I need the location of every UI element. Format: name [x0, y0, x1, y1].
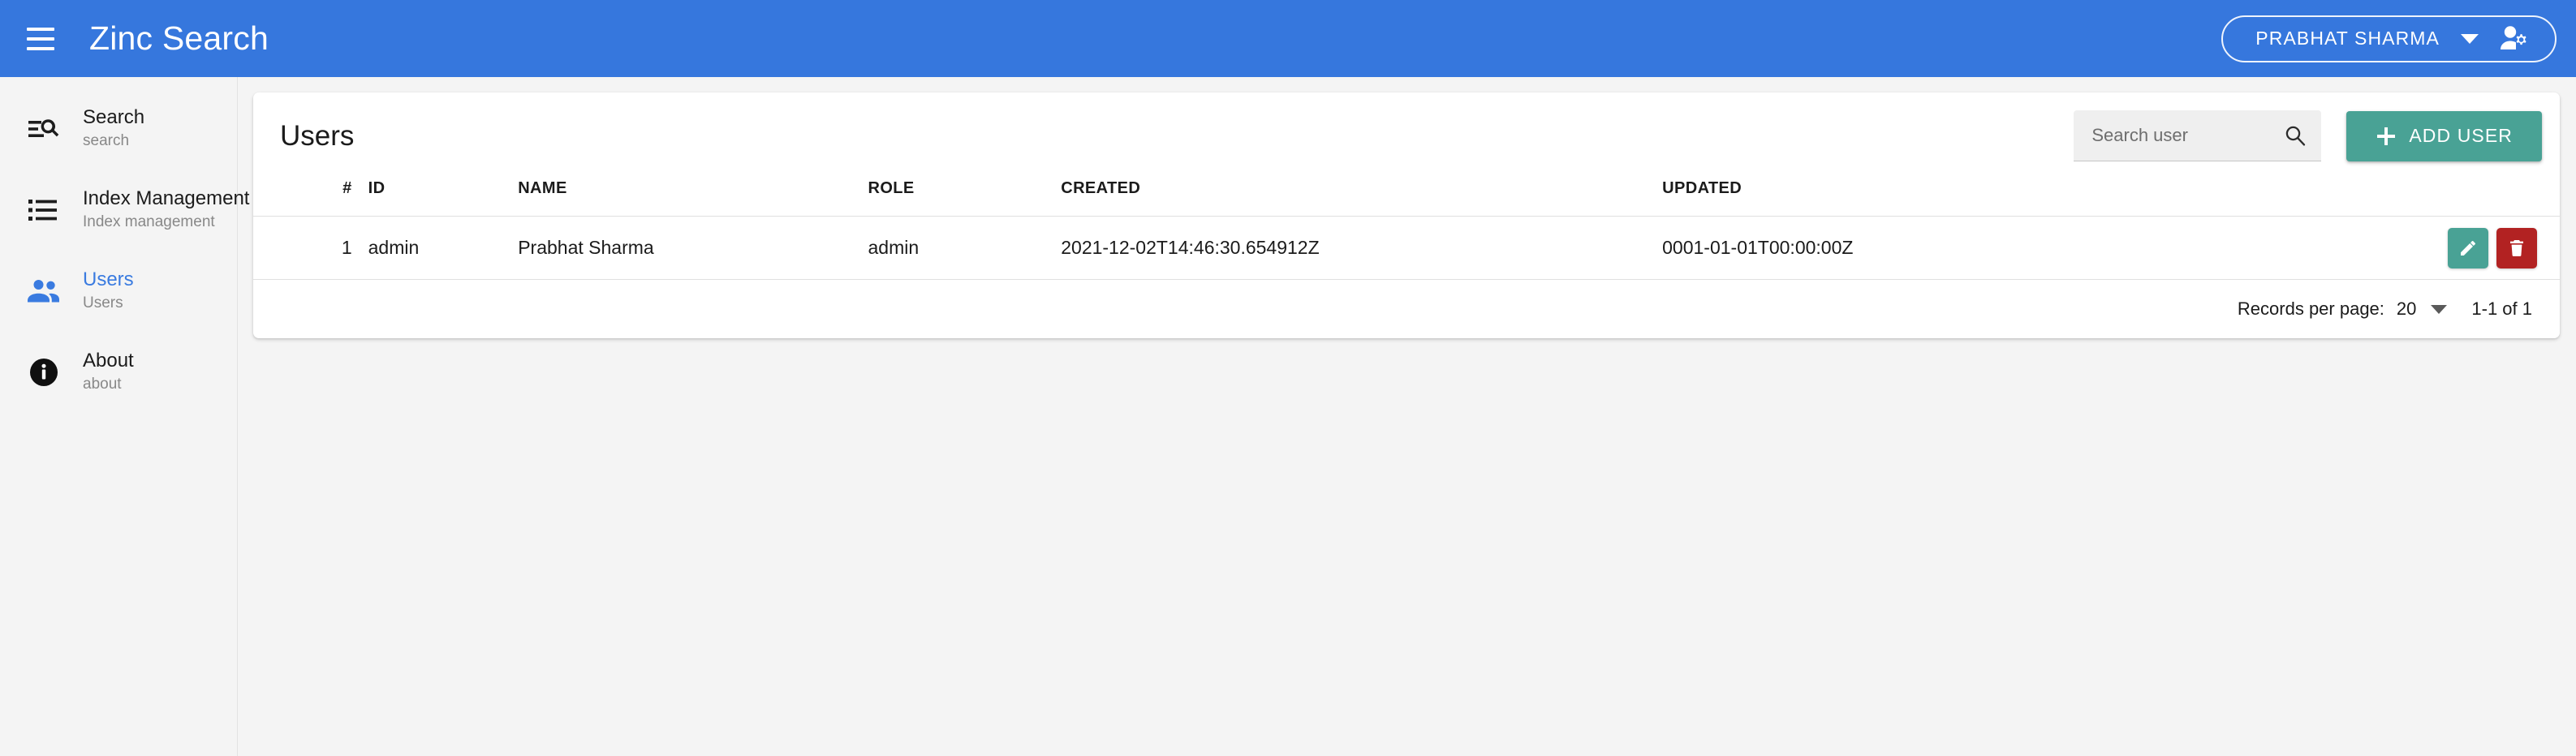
column-header-role: ROLE	[868, 179, 1062, 217]
user-menu-name: PRABHAT SHARMA	[2255, 28, 2440, 49]
cell-id: admin	[351, 216, 519, 280]
table-pagination-footer: Records per page: 20 1-1 of 1	[253, 280, 2560, 338]
sidebar-item-index-management[interactable]: Index Management Index management	[0, 170, 249, 251]
records-per-page-label: Records per page:	[2237, 299, 2384, 319]
cell-num: 1	[253, 216, 352, 280]
row-action-group	[2448, 227, 2537, 268]
info-circle-icon	[5, 357, 83, 388]
column-header-created: CREATED	[1061, 179, 1663, 217]
records-per-page-value[interactable]: 20	[2397, 299, 2416, 320]
column-header-id: ID	[351, 179, 519, 217]
table-row: 1 admin Prabhat Sharma admin 2021-12-02T…	[253, 216, 2560, 280]
sidebar-item-about[interactable]: About about	[0, 332, 237, 413]
column-header-updated: UPDATED	[1662, 179, 2363, 217]
sidebar-item-users[interactable]: Users Users	[0, 251, 237, 332]
search-icon[interactable]	[2284, 124, 2307, 147]
add-user-button-label: ADD USER	[2409, 125, 2513, 146]
sidebar-item-index-management-text: Index Management Index management	[83, 187, 249, 234]
cell-role: admin	[868, 216, 1062, 280]
cell-created: 2021-12-02T14:46:30.654912Z	[1061, 216, 1663, 280]
pencil-icon	[2458, 238, 2478, 258]
top-app-bar: Zinc Search PRABHAT SHARMA	[0, 0, 2576, 77]
sidebar-item-search-text: Search search	[83, 105, 144, 152]
users-card-header: Users Search user ADD USER	[253, 92, 2560, 179]
users-card: Users Search user ADD USER # ID NAME ROL…	[253, 92, 2560, 338]
table-header-row: # ID NAME ROLE CREATED UPDATED	[253, 179, 2560, 217]
sidebar-item-title: About	[83, 350, 134, 372]
cell-actions	[2362, 216, 2560, 280]
sidebar-item-users-text: Users Users	[83, 268, 134, 315]
users-table-body: 1 admin Prabhat Sharma admin 2021-12-02T…	[253, 216, 2560, 280]
app-root: Zinc Search PRABHAT SHARMA Search search…	[0, 0, 2576, 756]
sidebar-item-caption: Index management	[83, 213, 215, 230]
chevron-down-icon	[2461, 33, 2479, 44]
users-table-head: # ID NAME ROLE CREATED UPDATED	[253, 179, 2560, 217]
sidebar-item-caption: search	[83, 132, 130, 149]
cell-updated: 0001-01-01T00:00:00Z	[1662, 216, 2363, 280]
pagination-range-label: 1-1 of 1	[2471, 299, 2532, 319]
sidebar-item-title: Search	[83, 106, 145, 128]
sidebar-item-title: Index Management	[83, 187, 250, 209]
plus-icon	[2376, 126, 2397, 147]
chevron-down-icon[interactable]	[2431, 304, 2448, 314]
people-icon	[5, 279, 83, 303]
users-table: # ID NAME ROLE CREATED UPDATED 1 admin P…	[253, 179, 2560, 280]
sidebar-item-about-text: About about	[83, 349, 134, 396]
page-title: Users	[280, 119, 355, 152]
sidebar-nav: Search search Index Management Index man…	[0, 77, 249, 756]
trash-icon	[2507, 238, 2526, 258]
column-header-num: #	[253, 179, 352, 217]
user-menu-button[interactable]: PRABHAT SHARMA	[2221, 15, 2557, 62]
edit-user-button[interactable]	[2448, 227, 2488, 268]
search-list-icon	[5, 114, 83, 144]
search-user-field[interactable]	[2074, 110, 2322, 161]
app-brand-title: Zinc Search	[89, 19, 269, 57]
sidebar-item-caption: about	[83, 376, 122, 393]
delete-user-button[interactable]	[2496, 227, 2537, 268]
cell-name: Prabhat Sharma	[518, 216, 868, 280]
main-content: Users Search user ADD USER # ID NAME ROL…	[238, 77, 2576, 756]
sidebar-item-search[interactable]: Search search	[0, 88, 237, 170]
column-header-actions	[2362, 179, 2560, 217]
user-settings-icon	[2500, 25, 2532, 53]
sidebar-item-caption: Users	[83, 294, 123, 311]
search-input[interactable]	[2091, 125, 2285, 146]
sidebar-item-title: Users	[83, 268, 134, 290]
column-header-name: NAME	[518, 179, 868, 217]
list-icon	[5, 198, 83, 222]
add-user-button[interactable]: ADD USER	[2346, 110, 2542, 161]
hamburger-menu-icon[interactable]	[18, 16, 63, 62]
